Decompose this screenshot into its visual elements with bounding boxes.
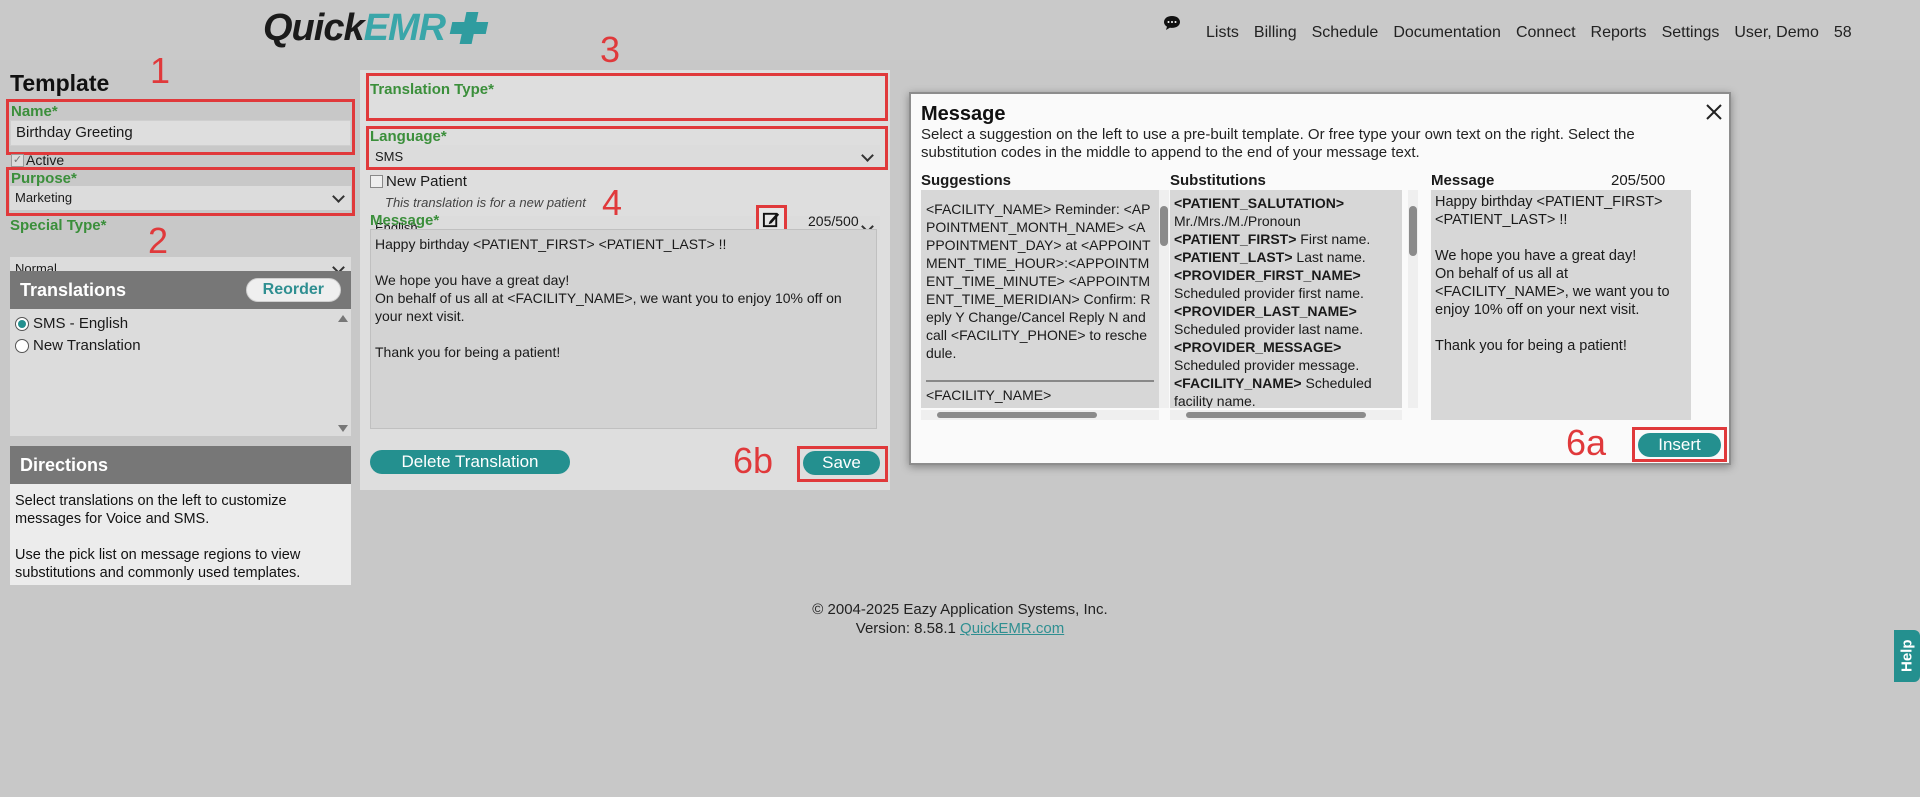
- nav-connect[interactable]: Connect: [1516, 24, 1576, 42]
- nav-reports[interactable]: Reports: [1591, 24, 1647, 42]
- version-line: Version: 8.58.1 QuickEMR.com: [0, 619, 1920, 638]
- substitution-item[interactable]: <PROVIDER_LAST_NAME> Scheduled provider …: [1174, 302, 1398, 338]
- substitutions-list[interactable]: <PATIENT_SALUTATION> Mr./Mrs./M./Pronoun…: [1170, 190, 1402, 408]
- annotation-6a: 6a: [1566, 422, 1607, 463]
- insert-button[interactable]: Insert: [1638, 433, 1721, 457]
- suggestion-item[interactable]: <FACILITY_NAME>: [926, 380, 1154, 404]
- annotation-2: 2: [148, 220, 169, 261]
- nav-user[interactable]: User, Demo: [1734, 24, 1818, 42]
- scroll-thumb[interactable]: [1186, 412, 1366, 418]
- suggestions-label: Suggestions: [921, 172, 1012, 189]
- new-patient-label: New Patient: [386, 173, 467, 190]
- name-label: Name*: [11, 103, 58, 120]
- purpose-select[interactable]: Marketing: [10, 186, 351, 210]
- new-patient-checkbox[interactable]: [370, 175, 383, 188]
- radio-selected[interactable]: [15, 317, 29, 331]
- suggestions-scrollbar[interactable]: [1159, 190, 1169, 408]
- modal-char-count: 205/500: [1611, 172, 1666, 189]
- quickemr-logo[interactable]: Quick EMR: [263, 6, 489, 50]
- suggestions-hscrollbar[interactable]: [921, 410, 1159, 420]
- main-nav: Lists Billing Schedule Documentation Con…: [1206, 24, 1852, 42]
- translation-item-sms-english[interactable]: SMS - English: [15, 313, 346, 335]
- modal-message-label: Message: [1431, 172, 1495, 189]
- language-label: Language*: [370, 128, 447, 145]
- annotation-1: 1: [150, 50, 171, 91]
- directions-text-2: Use the pick list on message regions to …: [15, 547, 301, 581]
- translations-list: SMS - English New Translation: [10, 309, 351, 361]
- substitutions-label: Substitutions: [1170, 172, 1266, 189]
- modal-message-textarea[interactable]: Happy birthday <PATIENT_FIRST> <PATIENT_…: [1431, 190, 1691, 420]
- translations-title: Translations: [20, 279, 127, 300]
- footer: © 2004-2025 Eazy Application Systems, In…: [0, 600, 1920, 638]
- scroll-up-icon[interactable]: [338, 315, 348, 322]
- annotation-4: 4: [602, 182, 623, 223]
- translation-type-label: Translation Type*: [370, 81, 494, 98]
- directions-title: Directions: [20, 454, 109, 475]
- substitution-item[interactable]: <PATIENT_SALUTATION> Mr./Mrs./M./Pronoun: [1174, 194, 1398, 230]
- translations-panel: Translations Reorder SMS - English New T…: [10, 271, 351, 436]
- purpose-label: Purpose*: [11, 170, 77, 187]
- nav-count-badge[interactable]: 58: [1834, 24, 1852, 42]
- scroll-thumb[interactable]: [1160, 206, 1168, 246]
- directions-header: Directions: [10, 446, 351, 484]
- special-type-label: Special Type*: [10, 217, 107, 234]
- substitution-item[interactable]: <PROVIDER_FIRST_NAME> Scheduled provider…: [1174, 266, 1398, 302]
- substitutions-scrollbar[interactable]: [1408, 190, 1418, 408]
- substitution-item[interactable]: <PATIENT_LAST> Last name.: [1174, 248, 1398, 266]
- annotation-6b: 6b: [733, 440, 774, 481]
- annotation-3: 3: [600, 29, 621, 70]
- substitution-item[interactable]: <PROVIDER_MESSAGE> Scheduled provider me…: [1174, 338, 1398, 374]
- scroll-down-icon[interactable]: [338, 425, 348, 432]
- scroll-thumb[interactable]: [1409, 206, 1417, 256]
- translations-header: Translations Reorder: [10, 271, 351, 309]
- plus-logo-icon: [449, 8, 489, 48]
- substitutions-hscrollbar[interactable]: [1170, 410, 1402, 420]
- edit-icon: [762, 212, 780, 228]
- active-label: Active: [26, 152, 65, 168]
- nav-billing[interactable]: Billing: [1254, 24, 1297, 42]
- chevron-down-icon: [332, 190, 345, 203]
- purpose-value: Marketing: [15, 190, 73, 205]
- modal-title: Message: [921, 103, 1006, 125]
- quickemr-link[interactable]: QuickEMR.com: [960, 620, 1064, 637]
- help-tab[interactable]: Help: [1894, 630, 1920, 682]
- directions-panel: Directions Select translations on the le…: [10, 446, 351, 585]
- active-row: ✓ Active: [11, 152, 64, 168]
- suggestion-item[interactable]: <FACILITY_NAME> Reminder: <APPOINTMENT_M…: [921, 190, 1159, 380]
- active-checkbox[interactable]: ✓: [11, 153, 24, 167]
- new-patient-row: New Patient: [370, 173, 467, 190]
- delete-translation-button[interactable]: Delete Translation: [370, 450, 570, 474]
- scroll-thumb[interactable]: [937, 412, 1097, 418]
- nav-settings[interactable]: Settings: [1662, 24, 1720, 42]
- nav-schedule[interactable]: Schedule: [1312, 24, 1379, 42]
- translation-item-label: New Translation: [33, 337, 141, 354]
- directions-body: Select translations on the left to custo…: [10, 484, 351, 590]
- version-text: Version: 8.58.1: [855, 620, 961, 637]
- message-modal: Message Select a suggestion on the left …: [909, 92, 1731, 465]
- copyright: © 2004-2025 Eazy Application Systems, In…: [812, 601, 1108, 618]
- substitution-item[interactable]: <PATIENT_FIRST> First name.: [1174, 230, 1398, 248]
- close-icon[interactable]: [1705, 103, 1723, 121]
- message-char-count: 205/500: [808, 213, 859, 229]
- message-textarea[interactable]: Happy birthday <PATIENT_FIRST> <PATIENT_…: [370, 229, 877, 429]
- message-label: Message*: [370, 212, 440, 229]
- save-button[interactable]: Save: [803, 451, 880, 475]
- directions-text-1: Select translations on the left to custo…: [15, 493, 287, 527]
- chat-icon[interactable]: [1163, 15, 1181, 31]
- nav-lists[interactable]: Lists: [1206, 24, 1239, 42]
- radio-unselected[interactable]: [15, 339, 29, 353]
- translation-item-label: SMS - English: [33, 315, 129, 332]
- name-field[interactable]: Birthday Greeting: [10, 120, 351, 146]
- reorder-button[interactable]: Reorder: [245, 278, 341, 302]
- substitution-item[interactable]: <FACILITY_NAME> Scheduled facility name.: [1174, 374, 1398, 408]
- new-patient-hint: This translation is for a new patient: [385, 195, 586, 210]
- translation-item-new[interactable]: New Translation: [15, 335, 346, 357]
- suggestions-list[interactable]: <FACILITY_NAME> Reminder: <APPOINTMENT_M…: [921, 190, 1159, 408]
- page-title: Template: [10, 70, 110, 96]
- modal-description: Select a suggestion on the left to use a…: [921, 126, 1635, 161]
- nav-documentation[interactable]: Documentation: [1393, 24, 1501, 42]
